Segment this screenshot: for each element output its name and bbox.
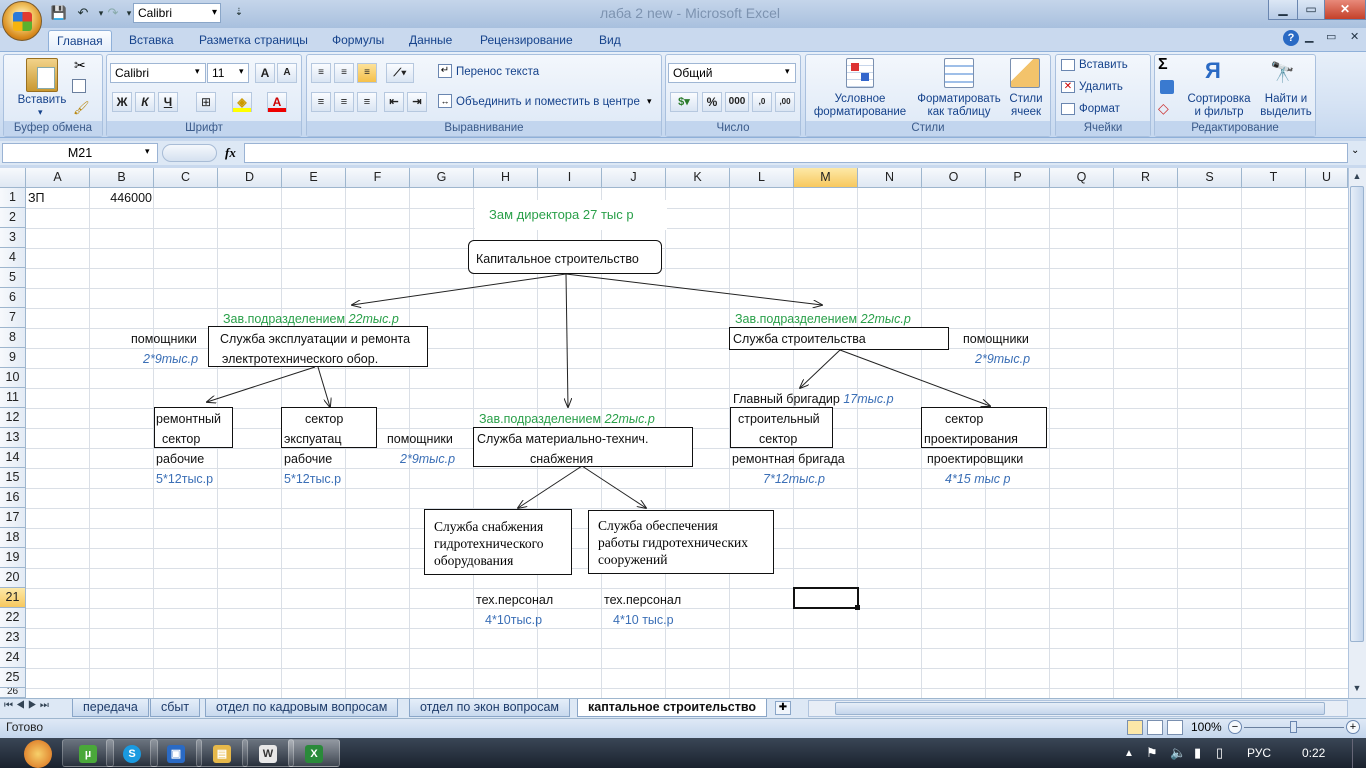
office-logo-icon xyxy=(13,12,32,31)
insert-sheet-icon[interactable]: ✚ xyxy=(775,701,791,715)
assistants-left-salary: 2*9тыс.р xyxy=(143,352,199,366)
head-left-title: Зав.подразделением xyxy=(223,312,346,326)
document-icon: W xyxy=(259,745,277,763)
excel-icon: X xyxy=(305,745,323,763)
design-sector-line1: сектор xyxy=(945,412,984,426)
assistants-mid-salary: 2*9тыс.р xyxy=(400,452,456,466)
hydro-operations-line3: сооружений xyxy=(598,552,668,567)
workers-left-label: рабочие xyxy=(156,452,205,466)
chief-foreman-title: Главный бригадир xyxy=(733,392,840,406)
taskbar-app-winword[interactable]: W xyxy=(242,739,294,767)
repair-sector-line1: ремонтный xyxy=(156,412,221,426)
designers-salary: 4*15 тыс р xyxy=(945,472,1011,486)
hydro-supply-line3: оборудования xyxy=(434,553,514,568)
active-cell-m21[interactable] xyxy=(793,587,859,609)
tech-staff-left-salary: 4*10тыс.р xyxy=(485,613,543,627)
hydro-supply-line1: Служба снабжения xyxy=(434,519,544,534)
zoom-level[interactable]: 100% xyxy=(1191,720,1222,734)
assistants-left-label: помощники xyxy=(131,332,197,346)
head-left-salary: 22тыс.р xyxy=(348,312,399,326)
mts-service-line2: снабжения xyxy=(530,452,594,466)
sheet-tab-hr[interactable]: отдел по кадровым вопросам xyxy=(205,699,399,717)
show-desktop-button[interactable] xyxy=(1352,739,1366,768)
zoom-slider-thumb[interactable] xyxy=(1290,721,1297,733)
head-right-salary: 22тыс.р xyxy=(860,312,911,326)
chief-foreman-salary: 17тыс.р xyxy=(843,392,894,406)
taskbar-app-excel[interactable]: X xyxy=(288,739,340,767)
assistants-right-label: помощники xyxy=(963,332,1029,346)
start-button[interactable] xyxy=(24,740,52,768)
taskbar-app-explorer[interactable]: ▤ xyxy=(196,739,248,767)
utorrent-icon: µ xyxy=(79,745,97,763)
language-indicator[interactable]: РУС xyxy=(1247,746,1271,760)
designers-label: проектировщики xyxy=(927,452,1024,466)
exploitation-sector-line2: экспуатац xyxy=(284,432,342,446)
horizontal-scroll-thumb[interactable] xyxy=(835,702,1325,715)
head-right-label: Зав.подразделением 22тыс.р xyxy=(735,310,911,328)
sheet-tab-peredacha[interactable]: передача xyxy=(72,699,149,717)
normal-view-icon[interactable] xyxy=(1127,720,1143,735)
media-icon: ▣ xyxy=(167,745,185,763)
org-chart-connectors xyxy=(0,273,1366,768)
sheet-tab-capital[interactable]: каптальное строительство xyxy=(577,699,768,717)
sheet-tab-econ[interactable]: отдел по экон вопросам xyxy=(409,699,571,717)
assistants-mid-label: помощники xyxy=(387,432,453,446)
construction-service-label: Служба строительства xyxy=(733,332,866,346)
workers-mid-label: рабочие xyxy=(284,452,333,466)
page-break-view-icon[interactable] xyxy=(1167,720,1183,735)
repair-brigade-label: ремонтная бригада xyxy=(732,452,845,466)
hydro-operations-line2: работы гидротехнических xyxy=(598,535,749,550)
action-center-icon[interactable]: ⚑ xyxy=(1146,745,1158,761)
exploitation-service-line2: электротехнического обор. xyxy=(222,352,379,366)
tech-staff-right-salary: 4*10 тыс.р xyxy=(613,613,674,627)
repair-brigade-salary: 7*12тыс.р xyxy=(763,472,826,486)
workers-mid-salary: 5*12тыс.р xyxy=(284,472,342,486)
deputy-director-label: Зам директора 27 тыс р xyxy=(489,207,634,222)
chief-foreman-label: Главный бригадир 17тыс.р xyxy=(733,390,894,408)
zoom-in-icon[interactable]: + xyxy=(1346,720,1360,734)
clock[interactable]: 0:22 xyxy=(1302,746,1325,760)
tech-staff-left-label: тех.персонал xyxy=(476,593,554,607)
tech-staff-right-label: тех.персонал xyxy=(604,593,682,607)
assistants-right-salary: 2*9тыс.р xyxy=(975,352,1031,366)
workers-left-salary: 5*12тыс.р xyxy=(156,472,214,486)
construction-sector-line2: сектор xyxy=(759,432,798,446)
hydro-supply-line2: гидротехнического xyxy=(434,536,544,551)
network-icon[interactable]: ▮ xyxy=(1194,745,1201,761)
skype-icon: S xyxy=(123,745,141,763)
page-layout-view-icon[interactable] xyxy=(1147,720,1163,735)
mts-service-line1: Служба материально-технич. xyxy=(477,432,649,446)
zoom-out-icon[interactable]: − xyxy=(1228,720,1242,734)
scroll-up-icon[interactable]: ▲ xyxy=(1349,168,1365,184)
vertical-scroll-thumb[interactable] xyxy=(1350,186,1364,642)
sheet-nav-icons[interactable]: ⏮◀▶⏭ xyxy=(4,700,52,711)
fill-handle[interactable] xyxy=(855,605,860,610)
folder-icon: ▤ xyxy=(213,745,231,763)
design-sector-line2: проектирования xyxy=(924,432,1018,446)
repair-sector-line2: сектор xyxy=(162,432,201,446)
volume-icon[interactable]: 🔈 xyxy=(1170,745,1186,761)
construction-sector-line1: строительный xyxy=(738,412,820,426)
scroll-down-icon[interactable]: ▼ xyxy=(1349,680,1365,696)
hydro-operations-line1: Служба обеспечения xyxy=(598,518,718,533)
head-mid-label: Зав.подразделением 22тыс.р xyxy=(479,410,655,428)
capital-construction-label: Капитальное строительство xyxy=(476,252,639,266)
battery-icon[interactable]: ▯ xyxy=(1216,745,1223,761)
status-ready: Готово xyxy=(6,720,44,734)
office-button[interactable] xyxy=(2,1,42,41)
exploitation-sector-line1: сектор xyxy=(305,412,344,426)
taskbar-app-media[interactable]: ▣ xyxy=(150,739,202,767)
head-mid-title: Зав.подразделением xyxy=(479,412,602,426)
sheet-tab-sbyt[interactable]: сбыт xyxy=(150,699,201,717)
head-mid-salary: 22тыс.р xyxy=(604,412,655,426)
exploitation-service-line1: Служба эксплуатации и ремонта xyxy=(220,332,411,346)
head-right-title: Зав.подразделением xyxy=(735,312,858,326)
show-hidden-icons[interactable]: ▲ xyxy=(1124,748,1134,759)
